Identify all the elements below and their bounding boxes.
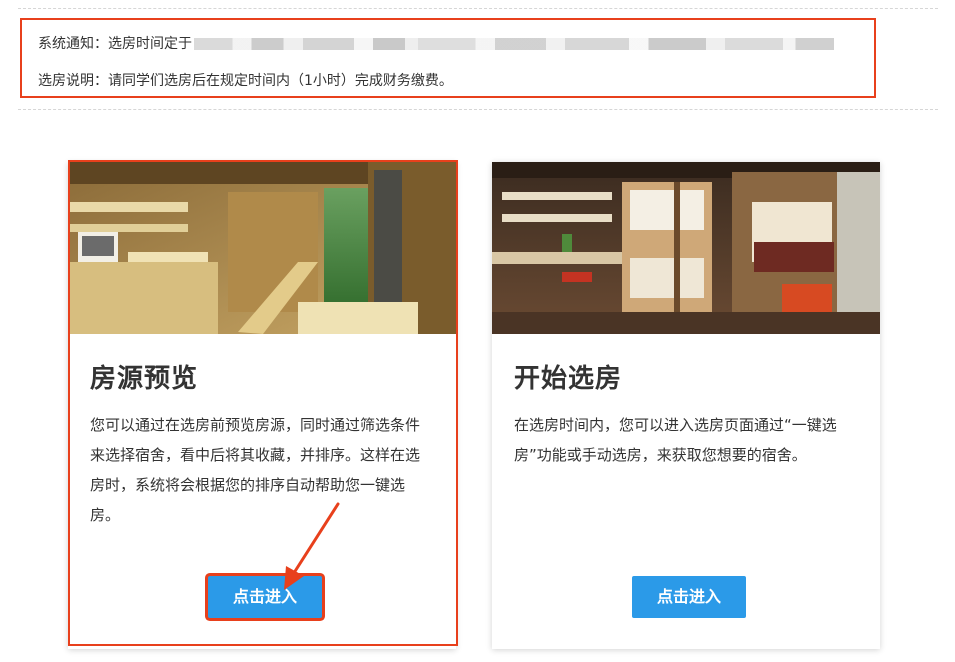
page: 系统通知：选房时间定于 选房说明：请同学们选房后在规定时间内（1小时）完成财务缴… [0, 0, 955, 662]
card-description: 在选房时间内，您可以进入选房页面通过“一键选房”功能或手动选房，来获取您想要的宿… [514, 416, 837, 464]
preview-enter-button[interactable]: 点击进入 [208, 576, 322, 618]
selection-instructions: 选房说明：请同学们选房后在规定时间内（1小时）完成财务缴费。 [38, 73, 453, 89]
preview-card: 房源预览 您可以通过在选房前预览房源，同时通过筛选条件来选择宿舍，看中后将其收藏… [68, 162, 456, 649]
dorm-room-photo [492, 162, 880, 334]
start-selection-card: 开始选房 在选房时间内，您可以进入选房页面通过“一键选房”功能或手动选房，来获取… [492, 162, 880, 649]
system-notice: 系统通知：选房时间定于 [38, 33, 834, 53]
card-title: 房源预览 [90, 364, 199, 394]
dorm-loft-photo [68, 162, 456, 334]
notice-box: 系统通知：选房时间定于 选房说明：请同学们选房后在规定时间内（1小时）完成财务缴… [20, 18, 876, 98]
redacted-text [194, 38, 834, 50]
start-selection-enter-button[interactable]: 点击进入 [632, 576, 746, 618]
card-description: 您可以通过在选房前预览房源，同时通过筛选条件来选择宿舍，看中后将其收藏，并排序。… [90, 416, 421, 524]
card-title: 开始选房 [514, 364, 623, 394]
system-notice-text: 系统通知：选房时间定于 [38, 36, 192, 52]
